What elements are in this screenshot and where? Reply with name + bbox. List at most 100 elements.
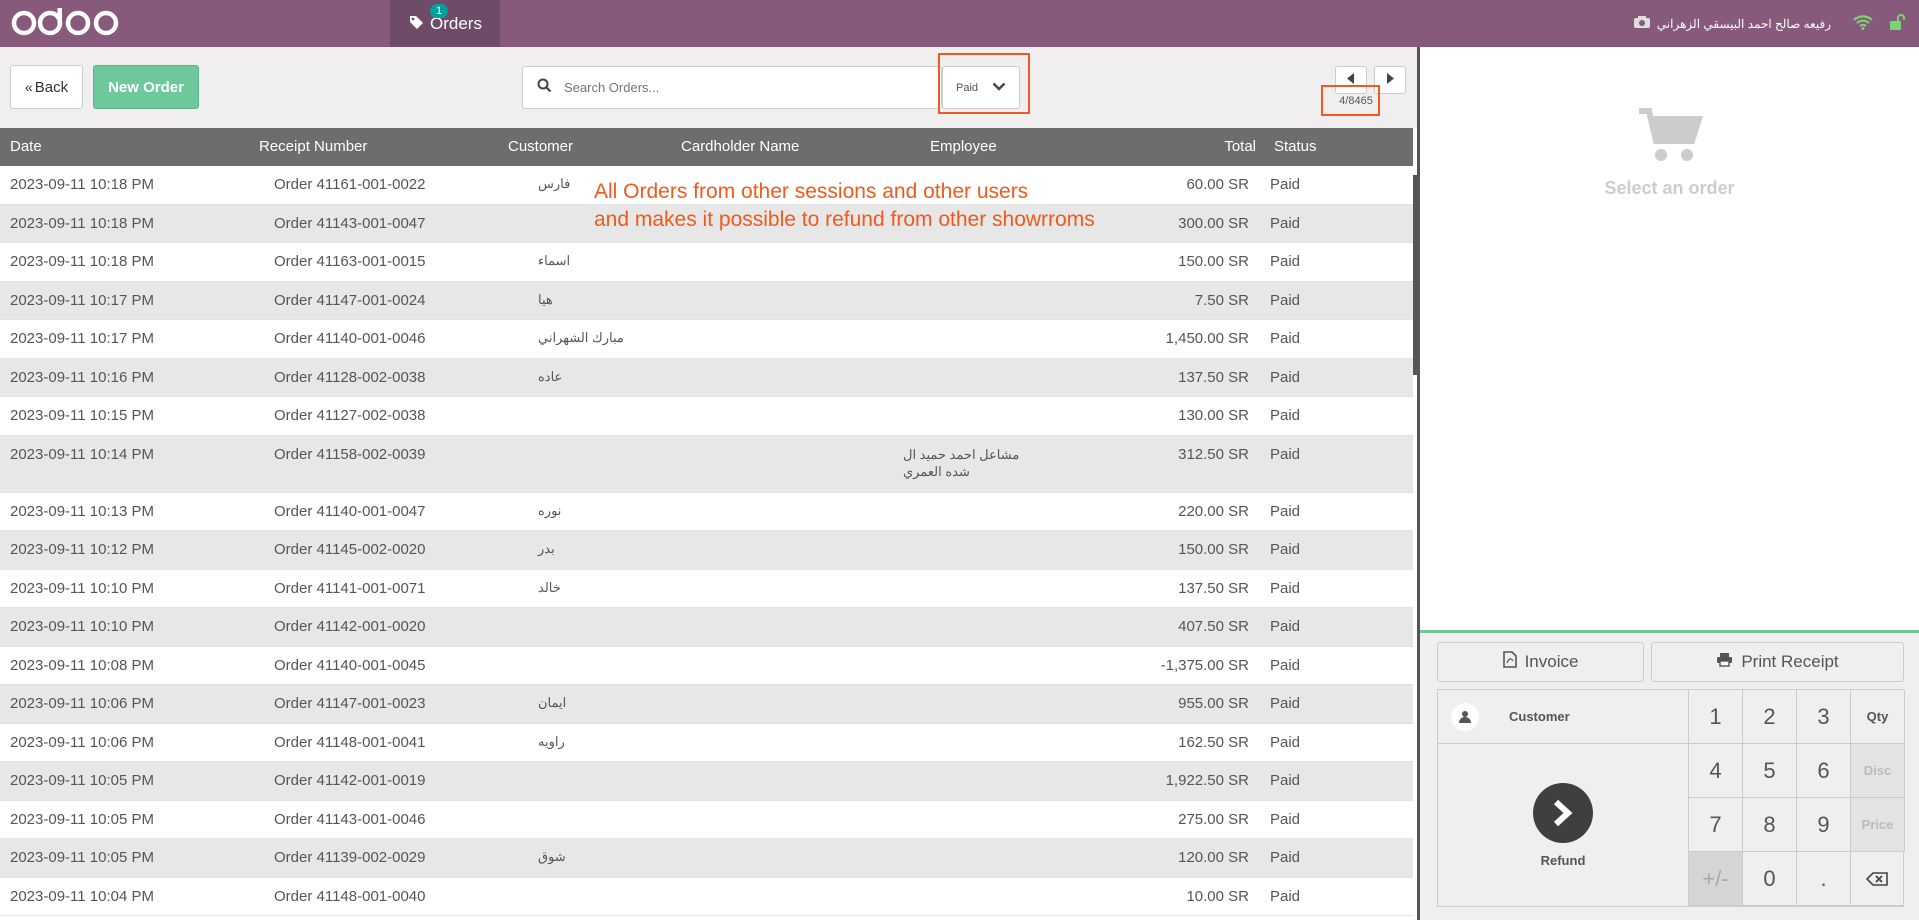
table-row[interactable]: 2023-09-11 10:08 PM Order 41140-001-0045 -… — [0, 647, 1413, 685]
table-row[interactable]: 2023-09-11 10:05 PM Order 41142-001-0019 1… — [0, 762, 1413, 801]
table-row[interactable]: 2023-09-11 10:14 PM Order 41158-002-0039 م… — [0, 435, 1413, 493]
cell-date: 2023-09-11 10:06 PM — [10, 733, 154, 751]
cell-customer: مبارك الشهراني — [538, 330, 624, 345]
invoice-button-label: Invoice — [1524, 652, 1579, 671]
table-row[interactable]: 2023-09-11 10:18 PM Order 41163-001-0015 ا… — [0, 243, 1413, 282]
cell-total: 137.50 SR — [1178, 368, 1249, 386]
shopping-cart-icon — [1420, 107, 1919, 168]
cell-receipt-number: Order 41143-001-0046 — [274, 810, 426, 828]
mode-disc-key[interactable]: Disc — [1851, 744, 1905, 798]
customer-button-label: Customer — [1509, 709, 1570, 724]
cell-status: Paid — [1270, 656, 1301, 674]
table-row[interactable]: 2023-09-11 10:05 PM Order 41139-002-0029 ش… — [0, 839, 1413, 878]
cell-date: 2023-09-11 10:18 PM — [10, 176, 154, 193]
print-receipt-label: Print Receipt — [1741, 652, 1839, 671]
cell-date: 2023-09-11 10:18 PM — [10, 214, 154, 232]
key-3[interactable]: 3 — [1797, 690, 1851, 744]
cell-date: 2023-09-11 10:05 PM — [10, 849, 154, 866]
cell-customer: خالد — [538, 579, 561, 595]
decimal-key[interactable]: . — [1797, 852, 1851, 906]
cashier-selector[interactable]: رفيعه صالح احمد البيسقي الزهراني — [1633, 15, 1831, 32]
cell-total: 7.50 SR — [1194, 291, 1249, 309]
cell-total: 300.00 SR — [1178, 214, 1249, 232]
column-status: Status — [1274, 138, 1317, 155]
cell-date: 2023-09-11 10:13 PM — [10, 502, 154, 520]
table-row[interactable]: 2023-09-11 10:10 PM Order 41141-001-0071 خ… — [0, 570, 1413, 608]
cell-receipt-number: Order 41141-001-0071 — [274, 579, 426, 597]
cell-date: 2023-09-11 10:10 PM — [10, 618, 154, 635]
cell-status: Paid — [1270, 502, 1301, 520]
key-7[interactable]: 7 — [1689, 798, 1743, 852]
invoice-button[interactable]: Invoice — [1437, 642, 1644, 682]
key-6[interactable]: 6 — [1797, 744, 1851, 798]
cell-receipt-number: Order 41128-002-0038 — [274, 368, 426, 386]
cell-receipt-number: Order 41127-002-0038 — [274, 407, 426, 424]
backspace-key[interactable] — [1850, 852, 1904, 906]
cell-total: 407.50 SR — [1178, 618, 1249, 635]
cell-total: 150.00 SR — [1178, 541, 1249, 558]
cell-customer: فارس — [538, 176, 571, 191]
refund-button-label: Refund — [1540, 853, 1586, 868]
mode-price-key[interactable]: Price — [1851, 798, 1905, 852]
column-date: Date — [10, 138, 42, 155]
key-1[interactable]: 1 — [1689, 690, 1743, 744]
refund-button[interactable]: Refund — [1438, 744, 1689, 907]
cell-employee: مشاعل احمد حميد ال شده العمري — [903, 446, 1020, 479]
cell-date: 2023-09-11 10:06 PM — [10, 695, 154, 712]
table-row[interactable]: 2023-09-11 10:15 PM Order 41127-002-0038 1… — [0, 397, 1413, 436]
table-row[interactable]: 2023-09-11 10:16 PM Order 41128-002-0038 ع… — [0, 358, 1413, 397]
customer-button[interactable]: Customer — [1438, 690, 1689, 744]
double-chevron-left-icon: « — [24, 79, 33, 95]
cell-total: 1,922.50 SR — [1165, 772, 1249, 789]
search-icon — [537, 78, 552, 98]
top-navbar: 1 Orders رفيعه صالح احمد البيسقي الزهران… — [0, 0, 1919, 47]
search-input[interactable] — [562, 79, 941, 96]
key-0[interactable]: 0 — [1743, 852, 1797, 906]
table-row[interactable]: 2023-09-11 10:17 PM Order 41140-001-0046 م… — [0, 320, 1413, 359]
key-2[interactable]: 2 — [1743, 690, 1797, 744]
table-row[interactable]: 2023-09-11 10:05 PM Order 41143-001-0046 2… — [0, 801, 1413, 839]
tab-orders[interactable]: 1 Orders — [390, 0, 500, 47]
cell-status: Paid — [1270, 407, 1301, 424]
cell-date: 2023-09-11 10:12 PM — [10, 541, 154, 558]
key-4[interactable]: 4 — [1689, 744, 1743, 798]
cell-total: 1,450.00 SR — [1165, 330, 1249, 347]
unlock-icon[interactable] — [1889, 14, 1907, 33]
file-pdf-icon — [1502, 651, 1525, 673]
table-row[interactable]: 2023-09-11 10:10 PM Order 41142-001-0020 4… — [0, 608, 1413, 647]
column-customer: Customer — [508, 138, 574, 155]
table-row[interactable]: 2023-09-11 10:13 PM Order 41140-001-0047 ن… — [0, 493, 1413, 531]
filter-highlight-box — [938, 53, 1030, 114]
cell-date: 2023-09-11 10:05 PM — [10, 772, 154, 789]
cell-status: Paid — [1270, 618, 1301, 635]
plus-minus-key[interactable]: +/- — [1689, 852, 1743, 906]
table-row[interactable]: 2023-09-11 10:06 PM Order 41147-001-0023 ا… — [0, 685, 1413, 724]
table-row[interactable]: 2023-09-11 10:12 PM Order 41145-002-0020 ب… — [0, 531, 1413, 570]
cell-total: 130.00 SR — [1178, 407, 1249, 424]
orders-count-badge: 1 — [430, 3, 449, 18]
table-row[interactable]: 2023-09-11 10:06 PM Order 41148-001-0041 ر… — [0, 724, 1413, 762]
chevron-right-icon — [1533, 783, 1593, 843]
back-button-label: Back — [34, 78, 69, 96]
cell-receipt-number: Order 41147-001-0023 — [274, 695, 426, 712]
cell-total: 150.00 SR — [1178, 253, 1249, 270]
key-8[interactable]: 8 — [1743, 798, 1797, 852]
key-5[interactable]: 5 — [1743, 744, 1797, 798]
back-button[interactable]: « Back — [10, 65, 83, 109]
print-receipt-button[interactable]: Print Receipt — [1651, 642, 1904, 682]
cell-receipt-number: Order 41147-001-0024 — [274, 291, 426, 309]
numpad-area: Customer Refund 1 2 3 Qty 4 5 6 Disc 7 8 9 Price +/-… — [1437, 689, 1905, 907]
empty-order-state: Select an order — [1420, 107, 1919, 199]
key-9[interactable]: 9 — [1797, 798, 1851, 852]
new-order-button[interactable]: New Order — [93, 65, 199, 109]
annotation-line-1: All Orders from other sessions and other… — [594, 180, 1029, 203]
table-row[interactable]: 2023-09-11 10:17 PM Order 41147-001-0024 ه… — [0, 281, 1413, 320]
cell-total: 120.00 SR — [1178, 849, 1249, 866]
order-details-panel: Select an order Invoice Print Receipt Cu… — [1420, 47, 1919, 920]
cell-status: Paid — [1270, 445, 1301, 463]
cell-status: Paid — [1270, 810, 1301, 828]
cell-status: Paid — [1270, 579, 1301, 597]
tag-icon: 1 — [408, 3, 449, 34]
mode-qty-key[interactable]: Qty — [1851, 690, 1905, 744]
table-row[interactable]: 2023-09-11 10:04 PM Order 41148-001-0040 1… — [0, 878, 1413, 916]
